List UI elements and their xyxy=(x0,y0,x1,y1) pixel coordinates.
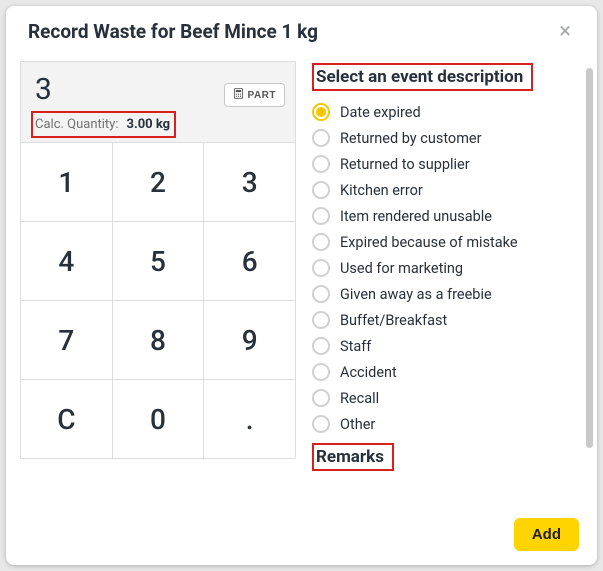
key-5[interactable]: 5 xyxy=(113,222,204,300)
event-option[interactable]: Item rendered unusable xyxy=(312,203,585,229)
event-option[interactable]: Kitchen error xyxy=(312,177,585,203)
key-2[interactable]: 2 xyxy=(113,143,204,221)
event-section-title: Select an event description xyxy=(312,63,533,91)
close-icon[interactable]: × xyxy=(555,21,575,43)
radio-icon xyxy=(312,285,330,303)
event-option[interactable]: Other xyxy=(312,411,585,437)
radio-icon xyxy=(312,129,330,147)
quantity-panel: 3 PART Calc. Quantity: 3.00 kg 123456789… xyxy=(6,51,296,508)
modal-footer: Add xyxy=(6,508,597,565)
event-panel: Select an event description Date expired… xyxy=(296,51,587,508)
key-dot[interactable]: . xyxy=(204,380,295,458)
radio-icon xyxy=(312,207,330,225)
event-option-label: Staff xyxy=(340,338,371,355)
event-option-label: Kitchen error xyxy=(340,182,423,199)
event-option[interactable]: Recall xyxy=(312,385,585,411)
key-3[interactable]: 3 xyxy=(204,143,295,221)
calculator-icon xyxy=(233,88,244,102)
event-option[interactable]: Used for marketing xyxy=(312,255,585,281)
radio-icon xyxy=(312,415,330,433)
modal-title: Record Waste for Beef Mince 1 kg xyxy=(28,20,555,43)
event-option-label: Recall xyxy=(340,390,379,407)
key-clear[interactable]: C xyxy=(21,380,112,458)
event-option-label: Accident xyxy=(340,364,397,381)
quantity-display: 3 PART Calc. Quantity: 3.00 kg xyxy=(20,61,296,142)
event-option-label: Used for marketing xyxy=(340,260,463,277)
event-option-label: Other xyxy=(340,416,375,433)
radio-icon xyxy=(312,233,330,251)
radio-icon xyxy=(312,311,330,329)
quantity-value: 3 xyxy=(31,72,52,107)
event-option[interactable]: Given away as a freebie xyxy=(312,281,585,307)
scrollbar[interactable] xyxy=(586,68,593,448)
key-4[interactable]: 4 xyxy=(21,222,112,300)
event-option-label: Returned to supplier xyxy=(340,156,470,173)
key-8[interactable]: 8 xyxy=(113,301,204,379)
part-button-label: PART xyxy=(248,90,276,101)
event-option[interactable]: Staff xyxy=(312,333,585,359)
event-option-label: Given away as a freebie xyxy=(340,286,492,303)
radio-icon xyxy=(312,337,330,355)
radio-icon xyxy=(312,389,330,407)
part-button[interactable]: PART xyxy=(224,83,285,107)
event-option[interactable]: Returned by customer xyxy=(312,125,585,151)
event-option[interactable]: Returned to supplier xyxy=(312,151,585,177)
key-1[interactable]: 1 xyxy=(21,143,112,221)
remarks-section-title: Remarks xyxy=(312,443,394,471)
record-waste-modal: Record Waste for Beef Mince 1 kg × 3 PAR… xyxy=(6,6,597,565)
radio-icon xyxy=(312,103,330,121)
event-options-list: Date expired Returned by customer Returned… xyxy=(312,99,585,437)
add-button[interactable]: Add xyxy=(514,518,579,551)
event-option[interactable]: Expired because of mistake xyxy=(312,229,585,255)
key-6[interactable]: 6 xyxy=(204,222,295,300)
radio-icon xyxy=(312,155,330,173)
calc-quantity-value: 3.00 kg xyxy=(126,117,170,132)
keypad: 123 456 789 C0. xyxy=(20,142,296,459)
key-7[interactable]: 7 xyxy=(21,301,112,379)
key-0[interactable]: 0 xyxy=(113,380,204,458)
radio-icon xyxy=(312,181,330,199)
modal-body: 3 PART Calc. Quantity: 3.00 kg 123456789… xyxy=(6,51,597,508)
event-option[interactable]: Buffet/Breakfast xyxy=(312,307,585,333)
event-option-label: Expired because of mistake xyxy=(340,234,518,251)
key-9[interactable]: 9 xyxy=(204,301,295,379)
event-option[interactable]: Date expired xyxy=(312,99,585,125)
radio-icon xyxy=(312,259,330,277)
calc-quantity-row: Calc. Quantity: 3.00 kg xyxy=(31,111,176,138)
event-option-label: Item rendered unusable xyxy=(340,208,492,225)
calc-quantity-label: Calc. Quantity: xyxy=(35,117,118,132)
event-option-label: Buffet/Breakfast xyxy=(340,312,447,329)
event-option-label: Date expired xyxy=(340,104,421,121)
event-option-label: Returned by customer xyxy=(340,130,482,147)
modal-header: Record Waste for Beef Mince 1 kg × xyxy=(6,6,597,51)
radio-icon xyxy=(312,363,330,381)
event-option[interactable]: Accident xyxy=(312,359,585,385)
